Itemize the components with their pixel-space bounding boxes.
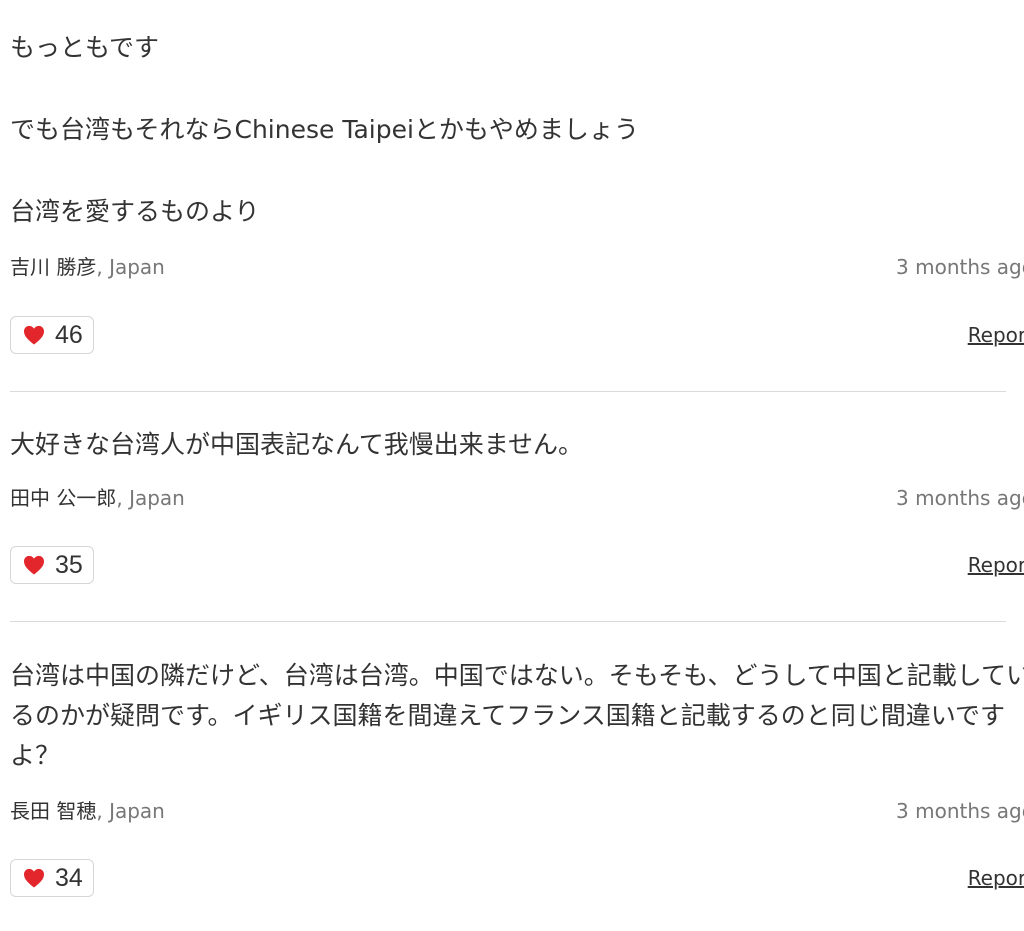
author-country: , Japan <box>116 486 185 510</box>
report-link[interactable]: Report <box>968 553 1024 577</box>
comment-text: 台湾は中国の隣だけど、台湾は台湾。中国ではない。そもそも、どうして中国と記載して… <box>10 661 1024 770</box>
comment-body: もっともです でも台湾もそれならChinese Taipeiとかもやめましょう … <box>10 28 1024 232</box>
comment-text: 大好きな台湾人が中国表記なんて我慢出来ません。 <box>10 430 584 459</box>
heart-icon <box>24 325 44 345</box>
author-country: , Japan <box>96 255 165 279</box>
like-count: 46 <box>55 320 83 349</box>
comment-actions: 35 Report <box>10 546 1024 584</box>
comment-actions: 46 Report <box>10 316 1024 354</box>
comment-actions: 34 Report <box>10 859 1024 897</box>
comment-body: 台湾は中国の隣だけど、台湾は台湾。中国ではない。そもそも、どうして中国と記載して… <box>10 656 1024 776</box>
heart-icon <box>24 868 44 888</box>
comment-divider <box>10 621 1006 622</box>
like-count: 34 <box>55 863 83 892</box>
like-button[interactable]: 46 <box>10 316 94 354</box>
heart-icon <box>24 555 44 575</box>
comment-meta: 長田 智穂, Japan 3 months ago <box>10 798 1024 824</box>
comment-author: 吉川 勝彦, Japan <box>10 254 165 280</box>
like-button[interactable]: 34 <box>10 859 94 897</box>
comment-body: 大好きな台湾人が中国表記なんて我慢出来ません。 <box>10 425 1024 465</box>
report-link[interactable]: Report <box>968 323 1024 347</box>
report-link[interactable]: Report <box>968 866 1024 890</box>
author-country: , Japan <box>96 799 165 823</box>
comment-meta: 田中 公一郎, Japan 3 months ago <box>10 485 1024 511</box>
comment-timestamp: 3 months ago <box>896 255 1024 279</box>
comment-author: 田中 公一郎, Japan <box>10 485 185 511</box>
comment-text: もっともです <box>10 33 160 62</box>
author-name: 長田 智穂 <box>10 799 97 823</box>
comment-timestamp: 3 months ago <box>896 486 1024 510</box>
like-count: 35 <box>55 550 83 579</box>
author-name: 吉川 勝彦 <box>10 255 97 279</box>
comment-text: 台湾を愛するものより <box>10 197 260 226</box>
comment-author: 長田 智穂, Japan <box>10 798 165 824</box>
author-name: 田中 公一郎 <box>10 486 117 510</box>
comment-divider <box>10 391 1006 392</box>
comment-timestamp: 3 months ago <box>896 799 1024 823</box>
comment-text: でも台湾もそれならChinese Taipeiとかもやめましょう <box>10 115 639 144</box>
like-button[interactable]: 35 <box>10 546 94 584</box>
comment-meta: 吉川 勝彦, Japan 3 months ago <box>10 254 1024 280</box>
